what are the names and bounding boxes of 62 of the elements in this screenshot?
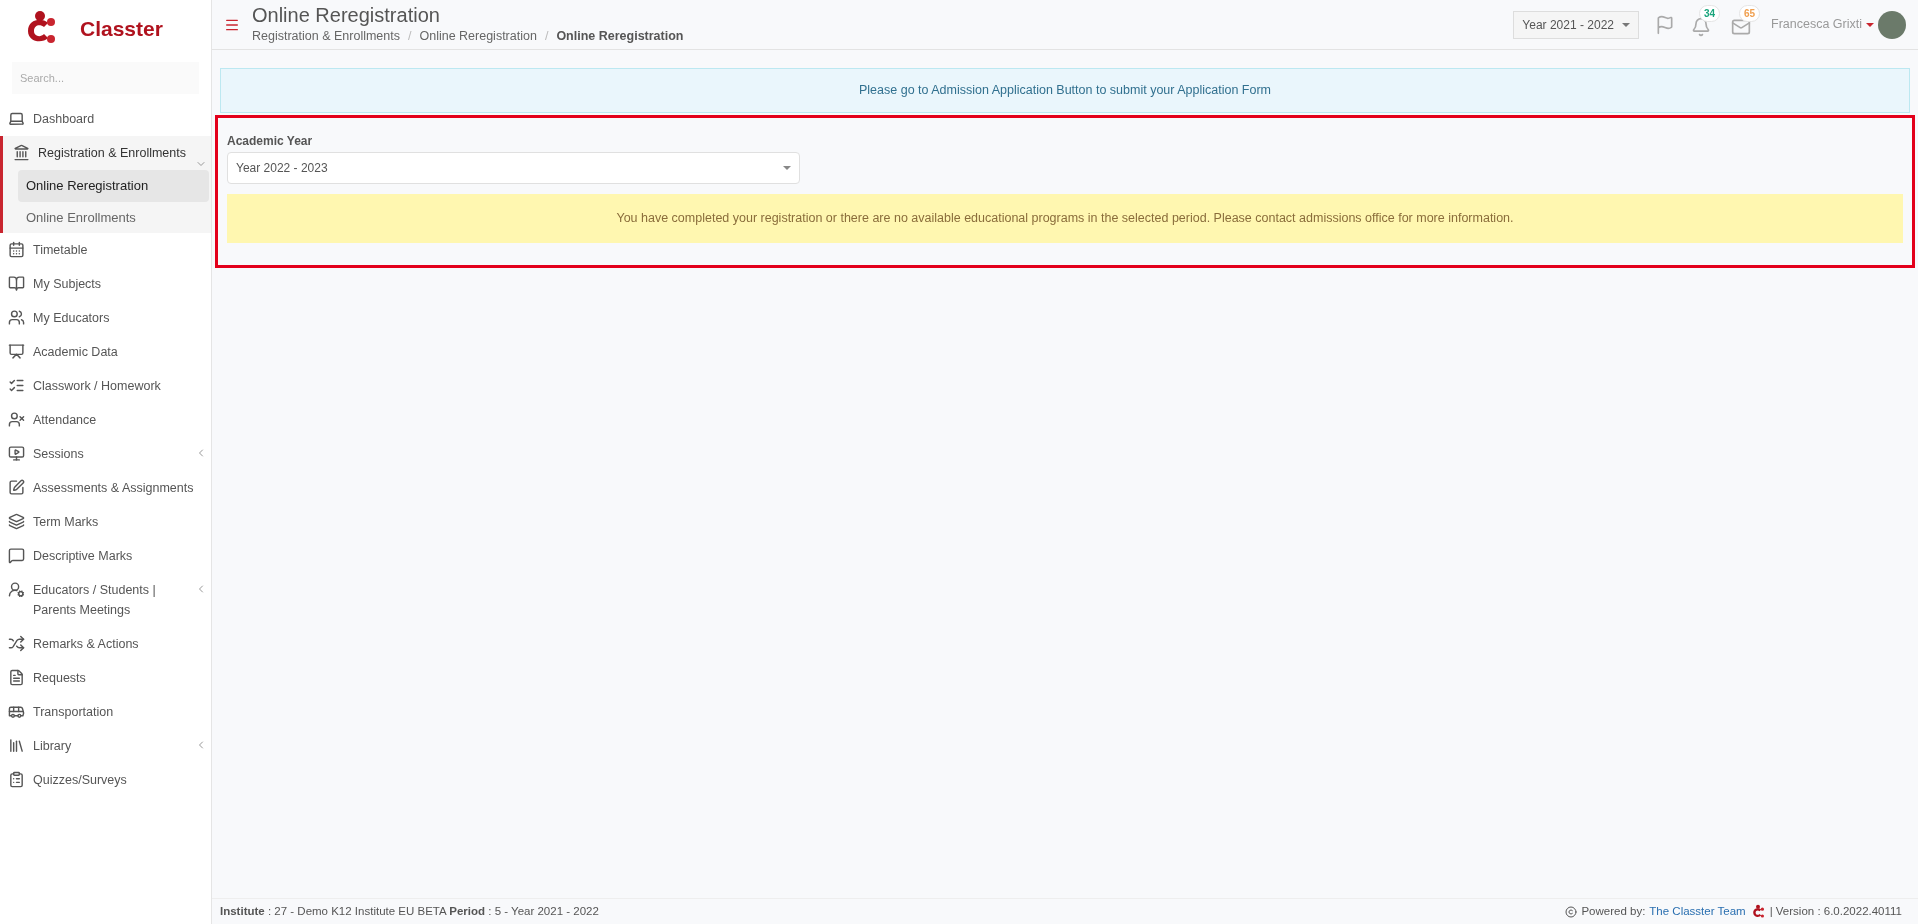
sidebar-item[interactable]: Quizzes/Surveys [0,763,211,797]
page-title: Online Reregistration [252,3,441,28]
sidebar-item[interactable]: Attendance [0,403,211,437]
footer-info: Institute : 27 - Demo K12 Institute EU BETA Period : 5 - Year 2021 - 2022 [220,903,599,919]
sidebar-item[interactable]: Sessions [0,437,211,471]
year-dropdown[interactable]: Year 2021 - 2022 [1513,10,1639,39]
sidebar-item[interactable]: Descriptive Marks [0,539,211,573]
breadcrumb-separator: / [544,28,549,46]
sidebar-item[interactable]: Dashboard [0,102,211,136]
sidebar-item[interactable]: Assessments & Assignments [0,471,211,505]
sidebar-item[interactable]: Remarks & Actions [0,627,211,661]
menu-icon [8,110,25,127]
message-count: 65 [1739,4,1761,22]
warning-message: You have completed your registration or there are no available educational programs in the selected period. Please contact admissions office for more information. [227,193,1903,243]
field-label: Academic Year [227,132,314,150]
menu-icon [8,343,25,360]
breadcrumb-separator: / [408,28,412,46]
sidebar-item[interactable]: Requests [0,661,211,695]
sidebar-item[interactable]: Classwork / Homework [0,369,211,403]
sidebar-item[interactable]: Term Marks [0,505,211,539]
sidebar-item[interactable]: My Subjects [0,267,211,301]
menu-icon [13,144,30,161]
submenu-item[interactable]: Online Reregistration [18,170,209,202]
menu-icon [8,377,25,394]
copyright-icon [1565,905,1578,918]
sidebar-item[interactable]: Educators / Students | Parents Meetings [0,573,211,627]
caret-icon [1866,22,1874,27]
sidebar-item[interactable]: Library [0,729,211,763]
menu-icon [8,513,25,530]
menu-icon [8,737,25,754]
menu-icon [8,411,25,428]
powered-by-text: Powered by: [1581,903,1646,919]
flag-icon[interactable] [1655,14,1675,35]
search-field[interactable]: Search... [12,62,199,94]
menu-icon [8,309,25,326]
bell-icon[interactable] [1691,16,1711,37]
sidebar-item[interactable]: My Educators [0,301,211,335]
menu-icon [8,547,25,564]
menu-icon [8,635,25,652]
submenu-item[interactable]: Online Enrollments [18,201,209,233]
menu-icon [8,479,25,496]
info-banner: Please go to Admission Application Button to submit your Application Form [220,68,1910,113]
sidebar-item[interactable]: Transportation [0,695,211,729]
brand-name: Classter [80,16,163,43]
menu-icon [8,445,25,462]
menu-icon [8,275,25,292]
menu-icon [8,241,25,258]
sidebar-item[interactable]: Registration & Enrollments [3,136,211,170]
breadcrumb-link[interactable]: Registration & Enrollments [252,27,400,46]
caret-icon [783,165,791,170]
version-text: | Version : 6.0.2022.40111 [1769,903,1902,919]
avatar[interactable] [1878,10,1906,39]
team-link[interactable]: The Classter Team [1649,902,1746,921]
academic-year-select[interactable]: Year 2022 - 2023 [227,151,800,184]
notification-count: 34 [1699,4,1721,22]
breadcrumb-link[interactable]: Online Reregistration [419,27,537,46]
menu-icon [8,669,25,686]
menu-icon [8,581,25,598]
sidebar-item[interactable]: Timetable [0,233,211,267]
caret-icon [1622,22,1630,27]
sidebar-item[interactable]: Academic Data [0,335,211,369]
menu-icon [8,771,25,788]
